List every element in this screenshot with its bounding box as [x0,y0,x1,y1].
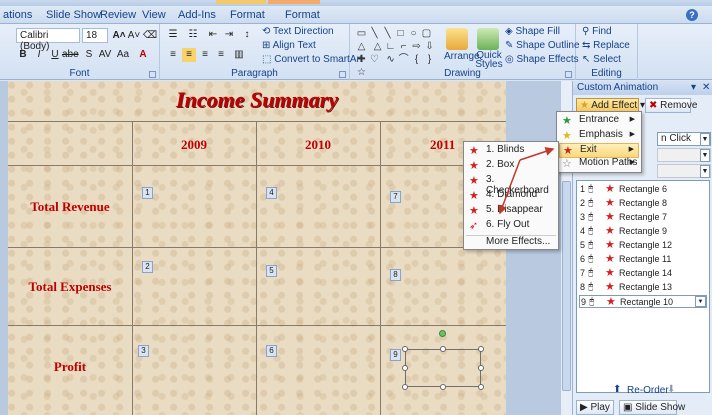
annotation-arrow [519,147,555,161]
annotation-arrows [498,147,555,215]
annotation-arrow [498,159,521,215]
